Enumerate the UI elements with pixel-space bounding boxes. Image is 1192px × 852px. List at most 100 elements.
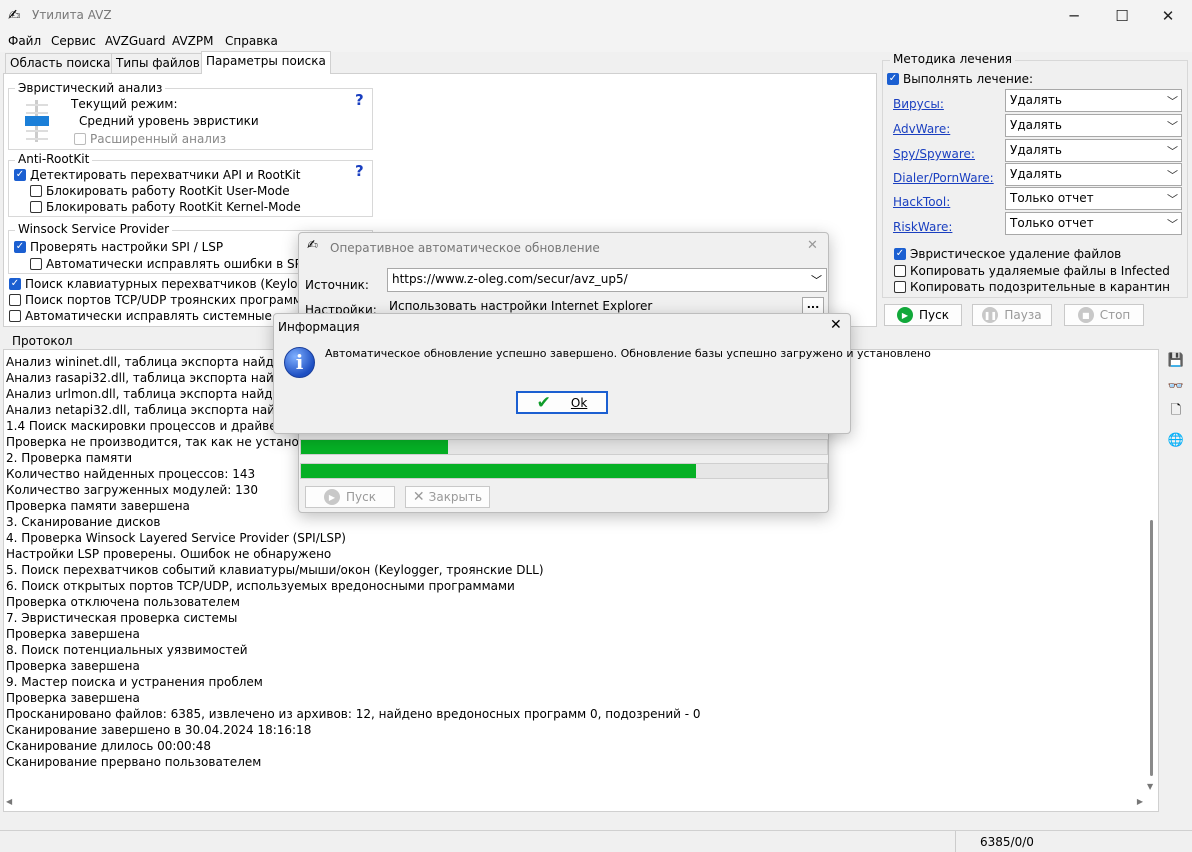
tab-search-params[interactable]: Параметры поиска: [201, 51, 331, 74]
antirootkit-help-icon[interactable]: ?: [355, 162, 364, 180]
progress-fill-1: [301, 440, 449, 454]
heuristic-delete-checkbox[interactable]: ✓ Эвристическое удаление файлов: [894, 247, 1121, 261]
pause-icon: ❚❚: [982, 307, 999, 323]
close-button[interactable]: ✕: [1144, 0, 1192, 32]
save-log-button[interactable]: 💾: [1166, 350, 1186, 370]
log-line: Сканирование длилось 00:00:48: [6, 739, 212, 753]
progress-fill-2: [301, 464, 696, 478]
tab-search-area[interactable]: Область поиска: [5, 53, 116, 74]
info-icon: i: [284, 347, 315, 378]
update-progress-bar-2: [300, 463, 828, 479]
trojan-ports-checkbox[interactable]: Поиск портов TCP/UDP троянских программ: [9, 293, 302, 307]
extended-analysis-checkbox[interactable]: Расширенный анализ: [74, 132, 226, 146]
start-button[interactable]: ▶ Пуск: [884, 304, 962, 326]
log-line: Настройки LSP проверены. Ошибок не обнар…: [6, 547, 332, 561]
scroll-thumb[interactable]: [1150, 520, 1153, 776]
menu-file[interactable]: Файл: [8, 34, 41, 48]
copy-infected-checkbox[interactable]: Копировать удаляемые файлы в Infected: [894, 264, 1170, 278]
riskware-action-select[interactable]: Только отчет ﹀: [1005, 212, 1182, 235]
spyware-link[interactable]: Spy/Spyware:: [893, 147, 975, 161]
scroll-down-icon[interactable]: ▼: [1147, 782, 1153, 791]
play-icon: ▶: [897, 307, 913, 323]
status-counter: 6385/0/0: [980, 835, 1034, 849]
log-line: 3. Сканирование дисков: [6, 515, 161, 529]
save-icon: 💾: [1167, 352, 1185, 368]
copy-quarantine-checkbox[interactable]: Копировать подозрительные в карантин: [894, 280, 1170, 294]
log-line: 9. Мастер поиска и устранения проблем: [6, 675, 263, 689]
ok-button[interactable]: ✔ Ok: [516, 391, 608, 414]
log-line: Проверка памяти завершена: [6, 499, 190, 513]
app-logo-icon: ✍: [307, 238, 318, 253]
block-usermode-checkbox[interactable]: Блокировать работу RootKit User-Mode: [30, 184, 290, 198]
heuristic-mode-value: Средний уровень эвристики: [79, 114, 259, 128]
heuristic-help-icon[interactable]: ?: [355, 91, 364, 109]
chevron-down-icon: ﹀: [811, 274, 822, 287]
update-close-button[interactable]: ✕ Закрыть: [405, 486, 490, 508]
log-line: Сканирование завершено в 30.04.2024 18:1…: [6, 723, 312, 737]
dialer-action-select[interactable]: Удалять ﹀: [1005, 163, 1182, 186]
protocol-title: Протокол: [12, 334, 73, 348]
pause-button[interactable]: ❚❚ Пауза: [972, 304, 1052, 326]
info-dialog: Информация ✕ i Автоматическое обновление…: [273, 313, 931, 434]
menu-service[interactable]: Сервис: [51, 34, 96, 48]
log-line: Проверка завершена: [6, 659, 140, 673]
log-line: Проверка отключена пользователем: [6, 595, 240, 609]
heuristic-title: Эвристический анализ: [15, 81, 166, 95]
minimize-button[interactable]: ─: [1050, 0, 1098, 32]
glasses-icon: 👓: [1167, 378, 1185, 394]
clear-log-button[interactable]: 🗋: [1166, 402, 1186, 422]
riskware-link[interactable]: RiskWare:: [893, 220, 952, 234]
spyware-action-select[interactable]: Удалять ﹀: [1005, 139, 1182, 162]
perform-treatment-checkbox[interactable]: ✓ Выполнять лечение:: [887, 72, 1033, 86]
keylogger-search-checkbox[interactable]: ✓ Поиск клавиатурных перехватчиков (Keylo…: [9, 277, 330, 291]
maximize-icon: ☐: [1115, 7, 1129, 25]
maximize-button[interactable]: ☐: [1098, 0, 1146, 32]
winsock-title: Winsock Service Provider: [15, 222, 173, 236]
app-logo-icon: ✍: [8, 6, 21, 24]
treatment-title: Методика лечения: [890, 52, 1015, 66]
hacktool-link[interactable]: HackTool:: [893, 195, 950, 209]
view-log-button[interactable]: 👓: [1166, 376, 1186, 396]
chevron-down-icon: ﹀: [1167, 193, 1178, 206]
source-label: Источник:: [305, 278, 369, 292]
info-message: Автоматическое обновление успешно заверш…: [325, 347, 931, 360]
block-kernelmode-checkbox[interactable]: Блокировать работу RootKit Kernel-Mode: [30, 200, 301, 214]
menu-avzguard[interactable]: AVZGuard: [105, 34, 165, 48]
check-spi-checkbox[interactable]: ✓ Проверять настройки SPI / LSP: [14, 240, 223, 254]
heuristic-level-slider[interactable]: [24, 100, 50, 142]
log-line: 1.4 Поиск маскировки процессов и драйвер…: [6, 419, 299, 433]
heuristic-mode-label: Текущий режим:: [71, 97, 178, 111]
advware-action-select[interactable]: Удалять ﹀: [1005, 114, 1182, 137]
scroll-left-icon[interactable]: ◀: [6, 797, 12, 806]
stop-icon: ■: [1077, 307, 1094, 323]
info-dialog-close-icon[interactable]: ✕: [830, 317, 842, 333]
stop-button[interactable]: ■ Стоп: [1064, 304, 1144, 326]
scroll-right-icon[interactable]: ▶: [1137, 797, 1143, 806]
log-line: Количество найденных процессов: 143: [6, 467, 256, 481]
log-line: 4. Проверка Winsock Layered Service Prov…: [6, 531, 346, 545]
virus-link[interactable]: Вирусы:: [893, 97, 944, 111]
update-dialog-close-icon[interactable]: ✕: [807, 238, 818, 253]
virus-action-select[interactable]: Удалять ﹀: [1005, 89, 1182, 112]
detect-rootkit-checkbox[interactable]: ✓ Детектировать перехватчики API и RootKi…: [14, 168, 300, 182]
checkmark-icon: ✔: [536, 392, 551, 413]
log-line: 2. Проверка памяти: [6, 451, 132, 465]
globe-icon: 🌐: [1167, 432, 1185, 448]
hacktool-action-select[interactable]: Только отчет ﹀: [1005, 187, 1182, 210]
chevron-down-icon: ﹀: [1167, 95, 1178, 108]
tab-file-types[interactable]: Типы файлов: [111, 53, 205, 74]
network-log-button[interactable]: 🌐: [1166, 430, 1186, 450]
protocol-horizontal-scrollbar[interactable]: ◀ ▶: [4, 796, 1145, 810]
advware-link[interactable]: AdvWare:: [893, 122, 950, 136]
source-select[interactable]: https://www.z-oleg.com/secur/avz_up5/ ﹀: [387, 268, 827, 292]
dialer-link[interactable]: Dialer/PornWare:: [893, 171, 994, 185]
log-line: 8. Поиск потенциальных уязвимостей: [6, 643, 248, 657]
log-line: 5. Поиск перехватчиков событий клавиатур…: [6, 563, 544, 577]
menu-help[interactable]: Справка: [225, 34, 278, 48]
menu-avzpm[interactable]: AVZPM: [172, 34, 213, 48]
protocol-vertical-scrollbar[interactable]: ▼: [1145, 350, 1158, 796]
autofix-spi-checkbox[interactable]: Автоматически исправлять ошибки в SPI/LS…: [30, 257, 331, 271]
update-start-button[interactable]: ▶ Пуск: [305, 486, 395, 508]
chevron-down-icon: ﹀: [1167, 218, 1178, 231]
log-line: 7. Эвристическая проверка системы: [6, 611, 238, 625]
